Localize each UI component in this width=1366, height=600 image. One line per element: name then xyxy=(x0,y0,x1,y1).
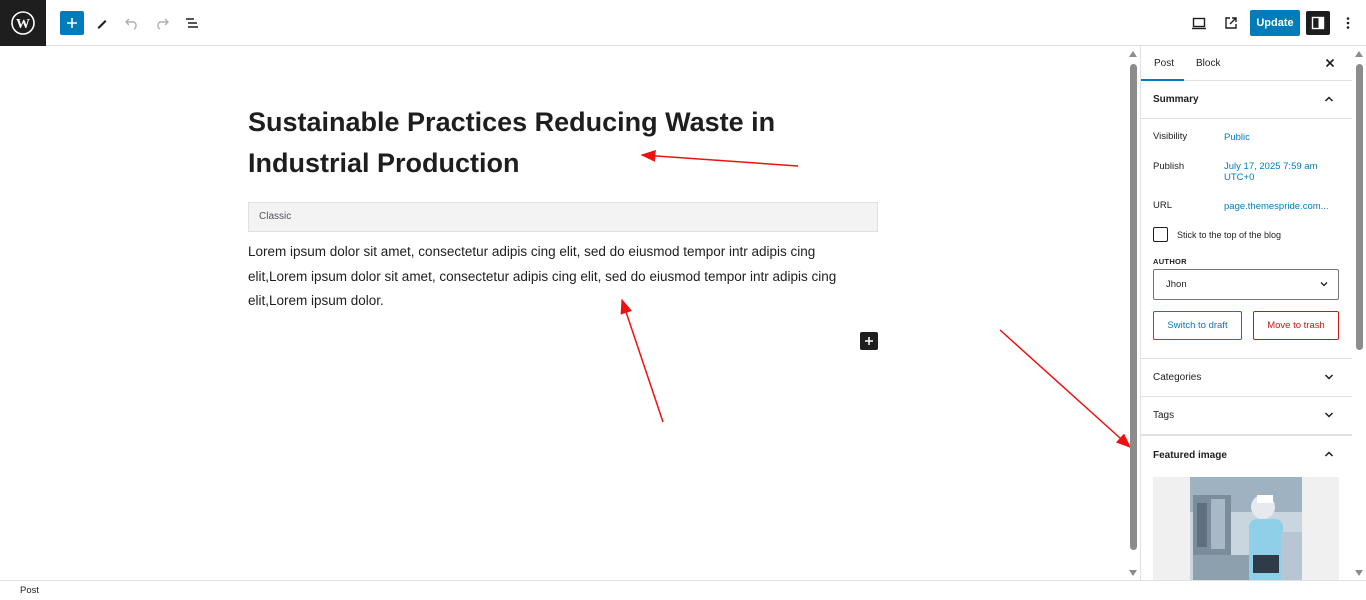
settings-sidebar: Post Block Summary Visibility Public Pub… xyxy=(1140,46,1352,580)
chevron-up-icon xyxy=(1324,451,1334,457)
tags-heading: Tags xyxy=(1153,410,1175,421)
wordpress-icon[interactable]: W xyxy=(0,0,46,46)
classic-block-toolbar[interactable]: Classic xyxy=(248,202,878,232)
plus-icon[interactable] xyxy=(60,11,84,35)
tags-panel-toggle[interactable]: Tags xyxy=(1141,397,1352,435)
pencil-icon[interactable] xyxy=(90,11,114,35)
summary-panel: Visibility Public Publish July 17, 2025 … xyxy=(1141,119,1352,359)
categories-panel-toggle[interactable]: Categories xyxy=(1141,359,1352,397)
redo-icon[interactable] xyxy=(150,11,174,35)
more-vertical-icon[interactable] xyxy=(1336,11,1360,35)
summary-heading: Summary xyxy=(1153,94,1199,105)
switch-to-draft-button[interactable]: Switch to draft xyxy=(1153,311,1242,340)
publish-timezone-value[interactable]: UTC+0 xyxy=(1224,172,1254,183)
visibility-value[interactable]: Public xyxy=(1224,132,1250,143)
url-label: URL xyxy=(1153,200,1173,211)
visibility-label: Visibility xyxy=(1153,131,1188,142)
summary-panel-toggle[interactable]: Summary xyxy=(1141,81,1352,119)
editor-scrollbar[interactable] xyxy=(1126,46,1140,580)
post-title[interactable]: Sustainable Practices Reducing Waste in … xyxy=(248,102,868,184)
svg-text:W: W xyxy=(16,17,30,32)
breadcrumb: Post xyxy=(0,580,1366,599)
scroll-thumb[interactable] xyxy=(1130,64,1137,550)
sidebar-tabs: Post Block xyxy=(1141,46,1352,81)
tab-block[interactable]: Block xyxy=(1196,46,1220,81)
featured-image-thumbnail xyxy=(1190,477,1302,580)
categories-heading: Categories xyxy=(1153,372,1202,383)
sidebar-scrollbar[interactable] xyxy=(1352,46,1366,580)
publish-date-value[interactable]: July 17, 2025 7:59 am xyxy=(1224,161,1317,172)
featured-image-panel-toggle[interactable]: Featured image xyxy=(1141,435,1352,475)
breadcrumb-post[interactable]: Post xyxy=(20,585,39,596)
chevron-up-icon xyxy=(1324,96,1334,102)
scroll-up-icon[interactable] xyxy=(1355,51,1363,57)
featured-image-heading: Featured image xyxy=(1153,450,1227,461)
scroll-up-icon[interactable] xyxy=(1129,51,1137,57)
sticky-label: Stick to the top of the blog xyxy=(1177,230,1282,240)
classic-block-content[interactable]: Lorem ipsum dolor sit amet, consectetur … xyxy=(248,240,858,314)
sidebar-icon[interactable] xyxy=(1306,11,1330,35)
tab-post[interactable]: Post xyxy=(1154,46,1174,81)
undo-icon[interactable] xyxy=(120,11,144,35)
update-button[interactable]: Update xyxy=(1250,10,1300,36)
editor-canvas: Sustainable Practices Reducing Waste in … xyxy=(0,46,1126,580)
close-icon[interactable] xyxy=(1323,56,1337,70)
url-value[interactable]: page.themespride.com... xyxy=(1224,201,1329,212)
author-value: Jhon xyxy=(1166,279,1187,290)
external-link-icon[interactable] xyxy=(1219,11,1243,35)
block-inserter-icon[interactable] xyxy=(860,332,878,350)
author-label: AUTHOR xyxy=(1153,257,1187,266)
list-view-icon[interactable] xyxy=(180,11,204,35)
author-select[interactable]: Jhon xyxy=(1153,269,1339,300)
scroll-thumb[interactable] xyxy=(1356,64,1363,350)
chevron-down-icon xyxy=(1324,374,1334,380)
scroll-down-icon[interactable] xyxy=(1355,570,1363,576)
featured-image-preview[interactable] xyxy=(1153,477,1339,580)
editor-header: W Update xyxy=(0,0,1366,46)
publish-label: Publish xyxy=(1153,161,1185,172)
chevron-down-icon xyxy=(1320,282,1328,287)
move-to-trash-button[interactable]: Move to trash xyxy=(1253,311,1339,340)
chevron-down-icon xyxy=(1324,412,1334,418)
sticky-checkbox[interactable] xyxy=(1153,227,1168,242)
desktop-icon[interactable] xyxy=(1187,11,1211,35)
scroll-down-icon[interactable] xyxy=(1129,570,1137,576)
